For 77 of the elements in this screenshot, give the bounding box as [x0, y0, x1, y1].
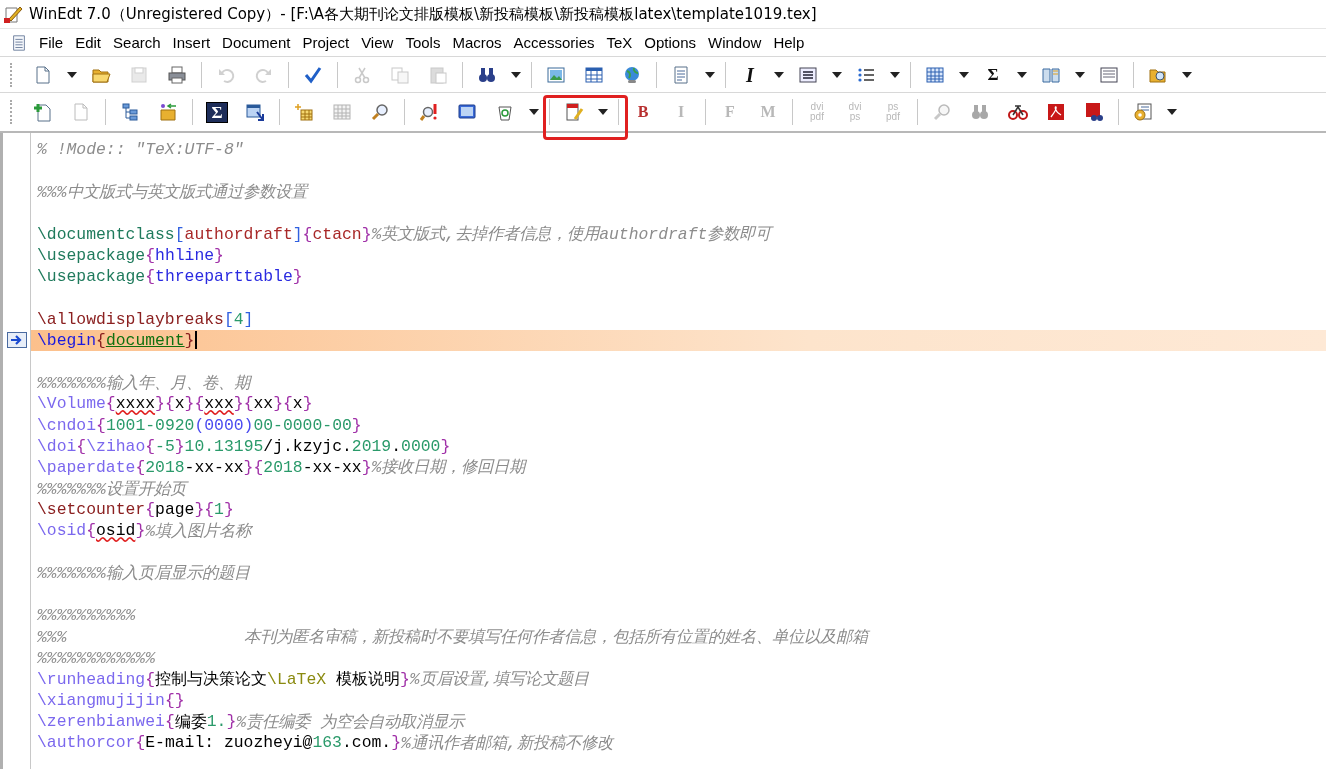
- grid-icon[interactable]: [925, 64, 945, 85]
- code-line: \setcounter{page}{1}: [37, 500, 234, 520]
- code-line: % !Mode:: "TeX:UTF-8": [37, 140, 244, 160]
- menu-item[interactable]: Document: [217, 33, 296, 52]
- window-icon[interactable]: [245, 102, 265, 122]
- bicycle-icon[interactable]: [1008, 102, 1028, 122]
- screen-icon[interactable]: [457, 102, 477, 122]
- caret-icon[interactable]: [511, 71, 521, 78]
- caret-icon[interactable]: [1182, 71, 1192, 78]
- code-line: %%%%%%%%%%: [37, 606, 136, 626]
- code-line: \zerenbianwei{编委1.}%责任编委 为空会自动取消显示: [37, 711, 464, 733]
- code-line: \usepackage{hhline}: [37, 246, 224, 266]
- code-line: %%%%%%%输入页眉显示的题目: [37, 563, 250, 585]
- caret-icon[interactable]: [529, 109, 539, 115]
- menu-item[interactable]: Tools: [400, 33, 446, 52]
- menu-item[interactable]: File: [34, 33, 69, 52]
- globe-icon[interactable]: [622, 64, 642, 85]
- italic-button[interactable]: I: [742, 64, 758, 85]
- image-icon[interactable]: [546, 64, 566, 85]
- menu-item[interactable]: TeX: [601, 33, 638, 52]
- code-line: \xiangmujijin{}: [37, 690, 185, 710]
- sum-button[interactable]: Σ: [206, 101, 228, 123]
- sum-button[interactable]: Σ: [983, 66, 1003, 83]
- pdf-binoculars-icon[interactable]: [1084, 102, 1104, 122]
- printer-icon[interactable]: [167, 64, 187, 85]
- caret-icon[interactable]: [774, 71, 784, 78]
- notepad-icon[interactable]: [10, 32, 28, 53]
- code-line: \paperdate{2018-xx-xx}{2018-xx-xx}%接收日期，修回日期: [37, 456, 526, 479]
- code-line: \Volume{xxxx}{x}{xxx}{xx}{x}: [37, 394, 313, 414]
- pdf-icon[interactable]: [1046, 102, 1066, 122]
- menu-item[interactable]: Insert: [167, 33, 216, 52]
- menu-item[interactable]: Window: [703, 33, 767, 52]
- code-line: %%%%%%%输入年、月、卷、期: [37, 372, 250, 394]
- menu-item[interactable]: Help: [768, 33, 810, 52]
- search-alert-icon[interactable]: [419, 102, 439, 122]
- caret-icon[interactable]: [598, 109, 608, 115]
- window-title: WinEdt 7.0（Unregistered Copy）- [F:\A各大期刊论文排版模板\新投稿模板\新投稿模板latex\template1019.tex]: [29, 4, 817, 24]
- new-page-icon[interactable]: [33, 102, 53, 122]
- search-icon[interactable]: [370, 102, 390, 122]
- caret-icon[interactable]: [890, 71, 900, 78]
- caret-icon[interactable]: [1075, 71, 1085, 78]
- code-line: \authorcor{E-mail: zuozheyi@163.com.}%通讯作者邮箱,新投稿不修改: [37, 732, 613, 754]
- code-line: \allowdisplaybreaks[4]: [37, 309, 254, 329]
- caret-icon[interactable]: [67, 71, 77, 78]
- menu-item[interactable]: Search: [108, 33, 166, 52]
- table-icon[interactable]: [584, 64, 604, 85]
- box-icon[interactable]: [158, 102, 178, 122]
- menu-item[interactable]: Options: [639, 33, 702, 52]
- code-line: \runheading{控制与决策论文\LaTeX 模板说明}%页眉设置,填写论文题目: [37, 668, 590, 691]
- caret-icon[interactable]: [705, 71, 715, 78]
- caret-icon[interactable]: [1017, 71, 1027, 78]
- caret-icon[interactable]: [959, 71, 969, 78]
- menu-item[interactable]: Edit: [70, 33, 107, 52]
- text-block-icon[interactable]: [798, 64, 818, 85]
- code-line: %%%%%%%%%%%%: [37, 648, 156, 668]
- page-icon[interactable]: [33, 64, 53, 85]
- caret-icon[interactable]: [1167, 109, 1177, 115]
- menu-item[interactable]: Macros: [447, 33, 507, 52]
- code-line: \cndoi{1001-0920(0000)00-0000-00}: [37, 415, 362, 435]
- tree-icon[interactable]: [120, 102, 140, 122]
- app-icon: [3, 4, 23, 24]
- menu-item[interactable]: Accessories: [508, 33, 600, 52]
- menu-item[interactable]: Project: [297, 33, 355, 52]
- code-line: %%% 本刊为匿名审稿，新投稿时不要填写任何作者信息，包括所有位置的姓名、单位以及邮箱: [37, 626, 868, 648]
- code-line: \usepackage{threeparttable}: [37, 267, 303, 287]
- code-line: \doi{\zihao{-5}10.13195/j.kzyjc.2019.0000}: [37, 436, 451, 456]
- menu-item[interactable]: View: [356, 33, 399, 52]
- code-line: \documentclass[authordraft]{ctacn}%英文版式,去掉作者信息，使用authordraft参数即可: [37, 223, 772, 246]
- code-line: \begin{document}: [37, 330, 198, 350]
- code-line: %%%中文版式与英文版式通过参数设置: [37, 181, 307, 203]
- gear-page-icon[interactable]: [1133, 102, 1153, 122]
- format-button[interactable]: B: [633, 104, 653, 120]
- code-line: \osid{osid}%填入图片名称: [37, 520, 252, 542]
- panel-icon[interactable]: [1099, 64, 1119, 85]
- caret-icon[interactable]: [832, 71, 842, 78]
- pen-page-icon[interactable]: [564, 102, 584, 122]
- grid-sparkle-icon[interactable]: [294, 102, 314, 122]
